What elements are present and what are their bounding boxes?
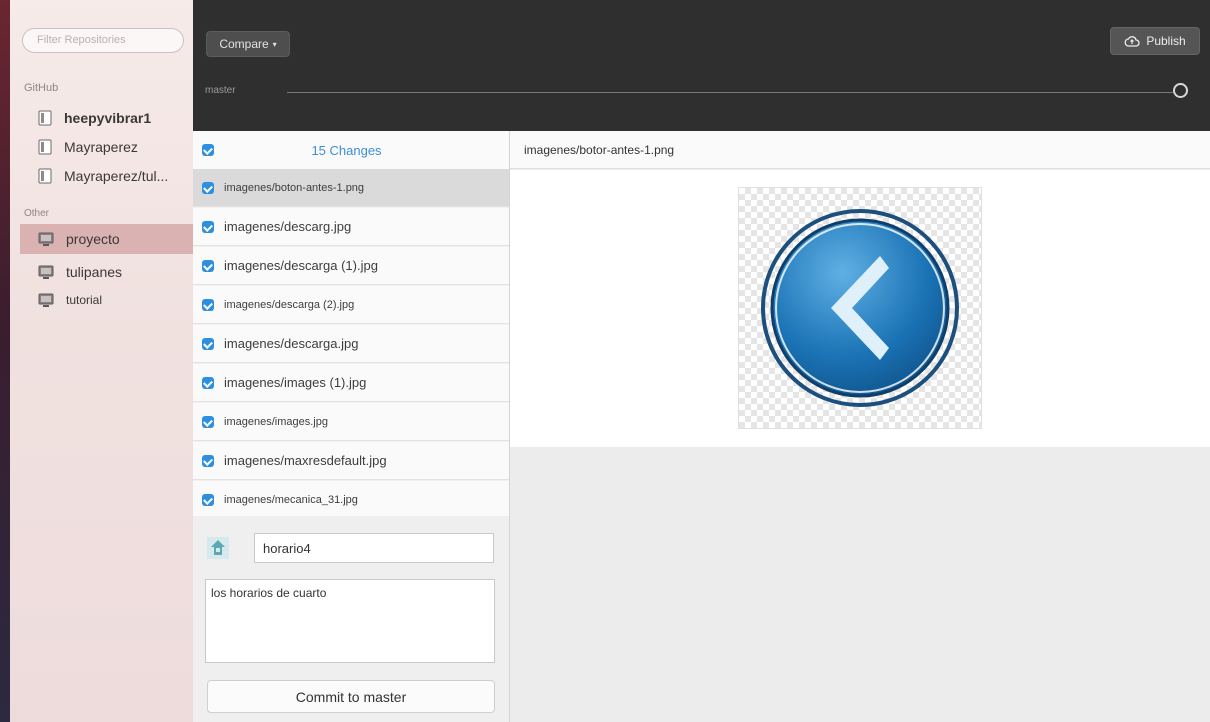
file-name: imagenes/descarga (1).jpg [224, 258, 378, 273]
file-name: imagenes/maxresdefault.jpg [224, 453, 387, 468]
file-row[interactable]: imagenes/descarga.jpg [193, 325, 509, 363]
file-name: imagenes/descarga.jpg [224, 336, 359, 351]
file-row[interactable]: imagenes/mecanica_31.jpg [193, 481, 509, 519]
publish-label: Publish [1146, 34, 1186, 48]
compare-label: Compare [219, 37, 269, 51]
file-row-selected[interactable]: imagenes/boton-antes-1.png [193, 169, 509, 207]
commit-button[interactable]: Commit to master [207, 680, 495, 713]
repo-label: heepyvibrar1 [64, 110, 152, 126]
file-checkbox[interactable] [202, 376, 214, 389]
file-row[interactable]: imagenes/descarga (1).jpg [193, 247, 509, 285]
computer-icon [38, 232, 54, 246]
file-row[interactable]: imagenes/maxresdefault.jpg [193, 442, 509, 480]
section-label-github: GitHub [24, 82, 59, 94]
file-checkbox[interactable] [202, 259, 214, 272]
commit-summary-input[interactable]: horario4 [254, 533, 494, 563]
cloud-upload-icon [1124, 36, 1140, 47]
file-checkbox[interactable] [202, 337, 214, 350]
diff-file-path: imagenes/botor-antes-1.png [510, 131, 1210, 169]
chevron-down-icon: ▾ [272, 39, 277, 49]
image-preview-area [510, 170, 1210, 447]
repo-label: Mayraperez [64, 139, 138, 155]
file-row[interactable]: imagenes/images (1).jpg [193, 364, 509, 402]
branch-name: master [205, 85, 236, 96]
sidebar-repo-item[interactable]: tulipanes [20, 257, 193, 287]
file-name: imagenes/descarga (2).jpg [224, 298, 355, 311]
sidebar-repo-item[interactable]: heepyvibrar1 [20, 103, 193, 133]
file-checkbox[interactable] [202, 493, 214, 506]
select-all-checkbox[interactable] [202, 144, 214, 156]
compare-button[interactable]: Compare ▾ [206, 31, 290, 57]
diff-panel: imagenes/botor-antes-1.png [510, 131, 1210, 722]
file-checkbox[interactable] [202, 298, 214, 311]
commit-area: horario4 los horarios de cuarto Commit t… [193, 516, 509, 722]
sidebar-repo-item-selected[interactable]: proyecto [20, 224, 193, 254]
back-arrow-button-image [761, 209, 959, 407]
changes-header: 15 Changes [193, 131, 509, 170]
file-row[interactable]: imagenes/descarg.jpg [193, 208, 509, 246]
computer-icon [38, 265, 54, 279]
branch-timeline [287, 92, 1173, 93]
repo-label: tutorial [66, 293, 103, 307]
section-label-other: Other [24, 208, 50, 219]
file-row[interactable]: imagenes/descarga (2).jpg [193, 286, 509, 324]
file-checkbox[interactable] [202, 220, 214, 233]
branch-commit-node[interactable] [1173, 83, 1188, 98]
file-name: imagenes/images.jpg [224, 415, 328, 428]
changes-count: 15 Changes [311, 142, 382, 158]
file-checkbox[interactable] [202, 454, 214, 467]
sidebar-repo-item[interactable]: Mayraperez [20, 132, 193, 162]
file-row[interactable]: imagenes/images.jpg [193, 403, 509, 441]
repo-label: tulipanes [66, 264, 123, 280]
avatar [207, 537, 229, 559]
commit-description-textarea[interactable]: los horarios de cuarto [205, 579, 495, 663]
repository-icon [38, 110, 52, 126]
file-name: imagenes/mecanica_31.jpg [224, 493, 358, 506]
sidebar-repo-item[interactable]: tutorial [20, 285, 193, 315]
repo-label: Mayraperez/tul... [64, 168, 169, 184]
filter-repositories-input[interactable]: Filter Repositories [22, 28, 184, 53]
top-toolbar: Compare ▾ Publish master [193, 0, 1210, 131]
file-name: imagenes/descarg.jpg [224, 219, 352, 234]
repo-label: proyecto [66, 231, 120, 247]
repository-sidebar: Filter Repositories GitHub heepyvibrar1 … [10, 0, 194, 722]
transparency-checkerboard [738, 187, 982, 429]
computer-icon [38, 293, 54, 307]
file-name: imagenes/images (1).jpg [224, 375, 367, 390]
changes-panel: 15 Changes imagenes/boton-antes-1.png im… [193, 131, 510, 722]
repository-icon [38, 168, 52, 184]
desktop-edge [0, 0, 10, 722]
publish-button[interactable]: Publish [1110, 27, 1200, 55]
sidebar-repo-item[interactable]: Mayraperez/tul... [20, 161, 193, 191]
file-checkbox[interactable] [202, 181, 214, 194]
repository-icon [38, 139, 52, 155]
file-name: imagenes/boton-antes-1.png [224, 181, 365, 194]
file-checkbox[interactable] [202, 415, 214, 428]
